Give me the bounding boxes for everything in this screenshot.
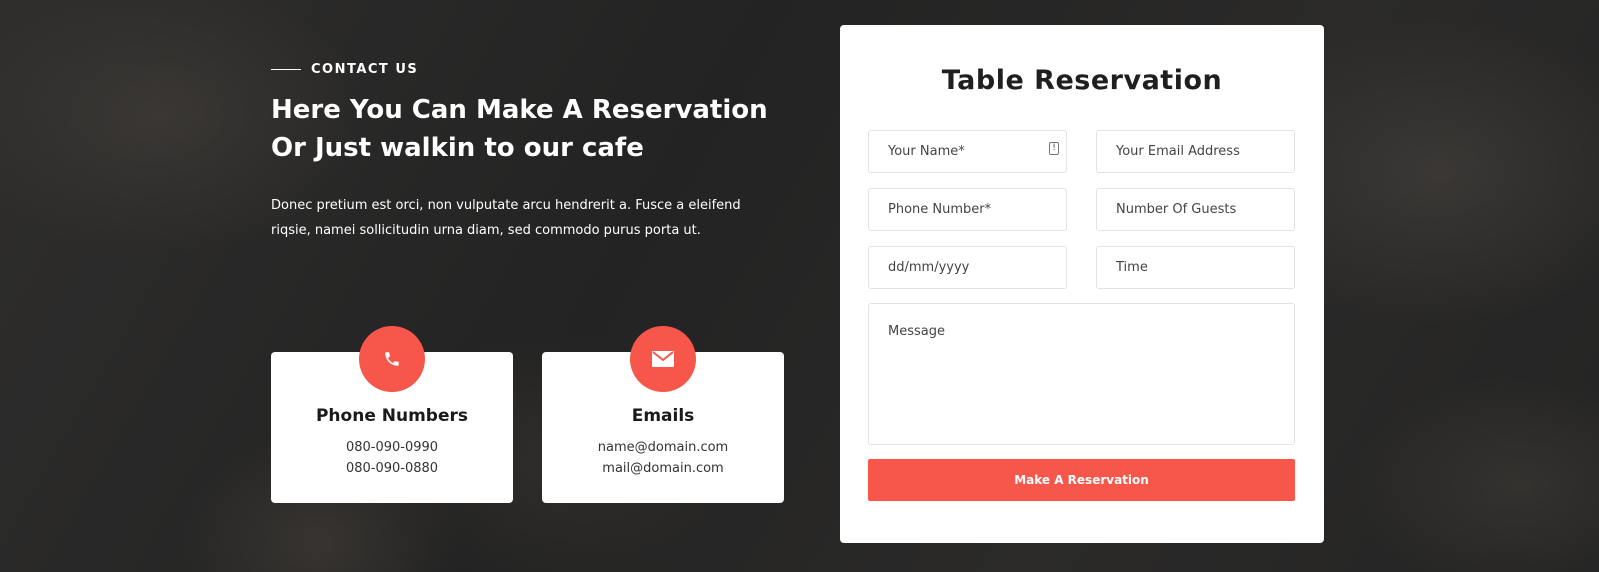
name-input[interactable]	[868, 130, 1067, 173]
eyebrow-label: CONTACT US	[311, 62, 419, 77]
section-heading: Here You Can Make A Reservation Or Just …	[271, 95, 768, 163]
email-address-2[interactable]: mail@domain.com	[542, 461, 784, 476]
email-input[interactable]	[1096, 130, 1295, 173]
email-card-title: Emails	[631, 406, 695, 426]
phone-icon	[359, 326, 425, 392]
background-image	[0, 0, 1599, 572]
email-address-1[interactable]: name@domain.com	[542, 440, 784, 455]
guests-input[interactable]	[1096, 188, 1295, 231]
phone-input[interactable]	[868, 188, 1067, 231]
reservation-form: Table Reservation ! Make A Reservation	[840, 25, 1324, 543]
eyebrow-line	[271, 69, 301, 70]
envelope-icon	[630, 326, 696, 392]
make-reservation-button[interactable]: Make A Reservation	[868, 459, 1295, 501]
contact-section: CONTACT US Here You Can Make A Reservati…	[271, 62, 791, 243]
section-eyebrow: CONTACT US	[271, 62, 791, 77]
phone-card: Phone Numbers 080-090-0990 080-090-0880	[271, 326, 513, 503]
date-input[interactable]	[868, 246, 1067, 289]
message-textarea[interactable]	[868, 303, 1295, 445]
section-description: Donec pretium est orci, non vulputate ar…	[271, 198, 741, 238]
email-card: Emails name@domain.com mail@domain.com	[542, 326, 784, 503]
form-title: Table Reservation	[941, 65, 1223, 96]
phone-number-2[interactable]: 080-090-0880	[271, 461, 513, 476]
autofill-icon[interactable]: !	[1049, 142, 1059, 155]
phone-number-1[interactable]: 080-090-0990	[271, 440, 513, 455]
time-input[interactable]	[1096, 246, 1295, 289]
phone-card-title: Phone Numbers	[315, 406, 469, 426]
